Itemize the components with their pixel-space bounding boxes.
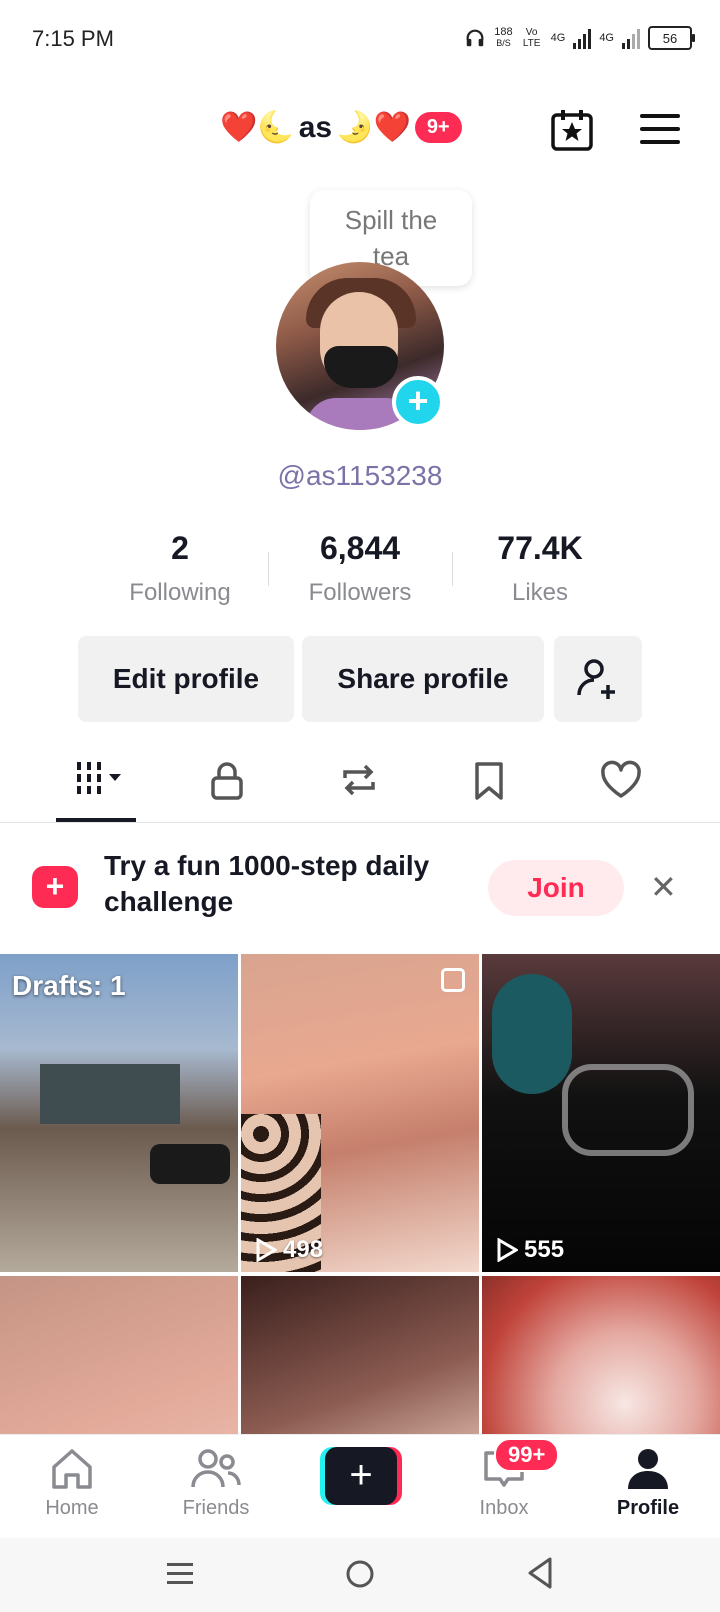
notification-badge: 9+ xyxy=(414,112,462,143)
stat-followers[interactable]: 6,844 Followers xyxy=(270,530,450,607)
create-button[interactable]: + xyxy=(320,1447,402,1505)
add-person-icon xyxy=(577,659,615,699)
add-story-plus-icon[interactable]: + xyxy=(392,376,444,428)
friends-icon xyxy=(191,1449,241,1488)
play-icon xyxy=(256,1238,277,1262)
content-tabs xyxy=(0,758,720,822)
nav-profile[interactable]: Profile xyxy=(588,1447,708,1520)
bottom-nav: Home Friends + Inbox Profile xyxy=(0,1434,720,1539)
repost-icon xyxy=(343,764,375,796)
share-profile-button[interactable]: Share profile xyxy=(302,636,544,722)
stat-divider xyxy=(452,552,453,586)
stat-likes[interactable]: 77.4K Likes xyxy=(450,530,630,607)
plus-icon: + xyxy=(325,1447,397,1505)
title-name: as xyxy=(298,110,333,144)
recents-icon[interactable] xyxy=(164,1558,196,1590)
profile-title[interactable]: ❤️🌜 as 🌛❤️ 9+ xyxy=(220,110,462,145)
challenge-banner: + Try a fun 1000-step daily challenge Jo… xyxy=(0,824,720,954)
grid-dropdown-icon xyxy=(77,762,121,794)
battery-icon: 56 xyxy=(648,26,695,50)
stat-divider xyxy=(268,552,269,586)
join-button[interactable]: Join xyxy=(488,860,624,916)
edit-profile-button[interactable]: Edit profile xyxy=(78,636,294,722)
tab-active-indicator xyxy=(56,818,136,822)
video-tile-drafts[interactable]: Drafts: 1 xyxy=(0,954,238,1272)
net-speed: 188 B/S xyxy=(494,26,513,49)
inbox-badge: 99+ xyxy=(494,1438,560,1472)
close-icon[interactable]: ✕ xyxy=(650,868,677,906)
bookmark-icon xyxy=(475,762,503,800)
lock-icon xyxy=(211,762,243,800)
profile-handle: @as1153238 xyxy=(277,460,443,491)
menu-icon[interactable] xyxy=(640,114,680,146)
network-type-1: 4G xyxy=(550,32,566,44)
tab-videos[interactable] xyxy=(32,758,162,822)
status-icons: 188 B/S Vo LTE 4G 4G 56 xyxy=(464,26,695,50)
view-count: 498 xyxy=(255,1236,323,1264)
heart-icon xyxy=(601,760,641,798)
tab-private[interactable] xyxy=(162,758,292,822)
title-emoji-left: ❤️🌜 xyxy=(220,111,295,144)
headphones-icon xyxy=(466,29,484,47)
nav-friends[interactable]: Friends xyxy=(156,1447,276,1520)
challenge-plus-icon: + xyxy=(32,866,78,908)
status-time: 7:15 PM xyxy=(32,26,114,51)
challenge-text: Try a fun 1000-step daily challenge xyxy=(104,850,430,917)
tab-liked[interactable] xyxy=(556,758,686,822)
signal-icon xyxy=(622,27,640,49)
profile-stats: 2 Following 6,844 Followers 77.4K Likes xyxy=(90,530,630,607)
video-tile[interactable]: 498 xyxy=(241,954,479,1272)
home-circle-icon[interactable] xyxy=(344,1558,376,1590)
video-tile[interactable]: 555 xyxy=(482,954,720,1272)
back-icon[interactable] xyxy=(524,1556,556,1590)
drafts-label: Drafts: 1 xyxy=(12,970,126,1001)
volte-indicator: Vo LTE xyxy=(522,27,541,49)
view-count: 555 xyxy=(496,1236,564,1264)
stat-following[interactable]: 2 Following xyxy=(90,530,270,607)
profile-header: ❤️🌜 as 🌛❤️ 9+ xyxy=(0,100,720,170)
title-emoji-right: 🌛❤️ xyxy=(336,111,411,144)
status-bar: 7:15 PM 188 B/S Vo LTE 4G 4G 56 xyxy=(0,0,720,80)
calendar-star-icon[interactable] xyxy=(550,108,594,152)
network-type-2: 4G xyxy=(599,32,614,44)
nav-home[interactable]: Home xyxy=(12,1447,132,1520)
home-icon xyxy=(52,1449,92,1489)
signal-icon xyxy=(573,27,592,49)
profile-icon xyxy=(628,1449,668,1489)
tab-favorites[interactable] xyxy=(424,758,554,822)
tab-reposts[interactable] xyxy=(294,758,424,822)
tab-divider xyxy=(0,822,720,823)
multi-image-icon xyxy=(441,968,465,992)
play-icon xyxy=(497,1238,518,1262)
add-friend-button[interactable] xyxy=(554,636,642,722)
system-nav xyxy=(0,1538,720,1612)
